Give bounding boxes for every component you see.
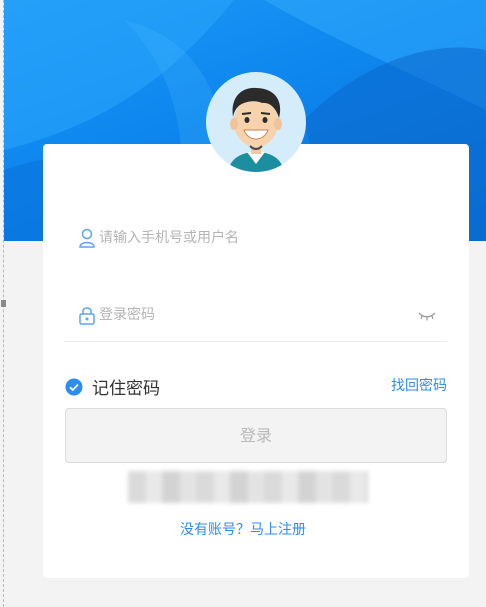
login-button[interactable]: 登录 xyxy=(65,408,447,463)
divider xyxy=(64,341,447,342)
register-link[interactable]: 没有账号？马上注册 xyxy=(180,522,306,538)
lock-icon xyxy=(79,307,95,325)
forgot-password-link[interactable]: 找回密码 xyxy=(391,375,447,395)
username-input[interactable] xyxy=(99,223,447,253)
remember-password[interactable]: 记住密码 xyxy=(65,374,160,399)
login-card xyxy=(43,144,469,578)
password-field xyxy=(64,298,447,332)
blurred-third-party-login xyxy=(128,471,368,503)
register-row: 没有账号？马上注册 xyxy=(0,519,486,539)
checkmark-circle-icon[interactable] xyxy=(65,378,83,396)
remember-label: 记住密码 xyxy=(92,379,160,399)
eye-closed-icon[interactable] xyxy=(417,308,437,322)
username-field xyxy=(64,221,447,255)
user-avatar xyxy=(206,72,306,172)
person-icon xyxy=(79,228,95,248)
password-input[interactable] xyxy=(99,300,417,330)
